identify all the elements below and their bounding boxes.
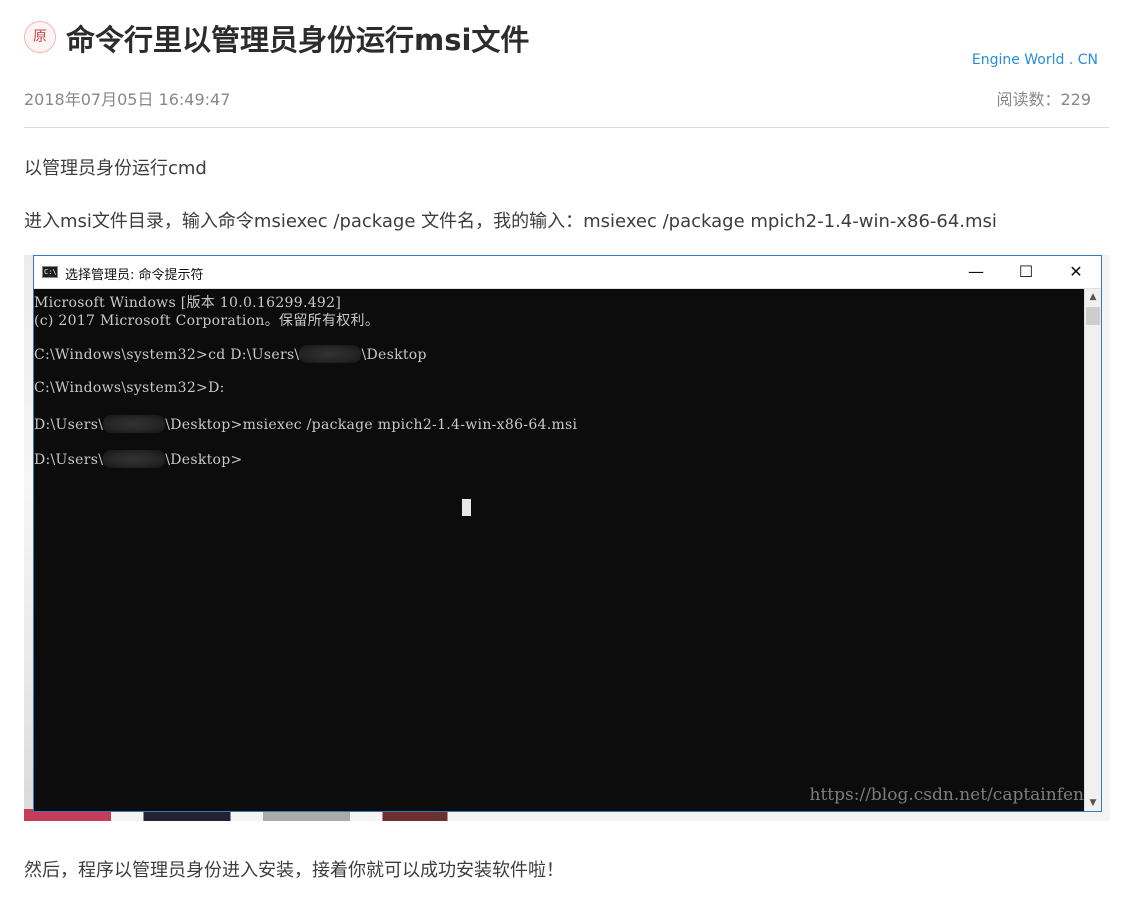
console-line: Microsoft Windows [版本 10.0.16299.492] <box>34 295 342 311</box>
paragraph-conclusion: 然后，程序以管理员身份进入安装，接着你就可以成功安装软件啦！ <box>24 860 564 881</box>
header-divider <box>24 127 1109 128</box>
console-text: \Desktop> <box>165 452 243 468</box>
console-line: C:\Windows\system32>cd D:\Users\ \Desktop <box>34 345 427 363</box>
redacted-username <box>103 450 166 468</box>
console-line: C:\Windows\system32>D: <box>34 380 225 396</box>
article-title: 命令行里以管理员身份运行msi文件 <box>66 23 530 57</box>
original-badge: 原 <box>24 21 56 53</box>
command-prompt-window: C:\ 选择管理员: 命令提示符 — ☐ ✕ Microsoft Windows… <box>33 255 1102 812</box>
vertical-scrollbar[interactable]: ▲ ▼ <box>1084 289 1101 811</box>
cmd-app-icon: C:\ <box>42 266 58 278</box>
console-text: D:\Users\ <box>34 417 104 433</box>
scroll-up-icon[interactable]: ▲ <box>1085 289 1101 305</box>
console-text: \Desktop>msiexec /package mpich2-1.4-win… <box>165 417 578 433</box>
window-title: 选择管理员: 命令提示符 <box>65 268 204 283</box>
article-page: 原 命令行里以管理员身份运行msi文件 Engine World . CN 20… <box>0 0 1125 900</box>
paragraph-command: 进入msi文件目录，输入命令msiexec /package 文件名，我的输入：… <box>24 211 997 232</box>
redacted-username <box>299 345 362 363</box>
console-line: (c) 2017 Microsoft Corporation。保留所有权利。 <box>34 313 380 329</box>
publish-date: 2018年07月05日 16:49:47 <box>24 90 231 109</box>
site-link[interactable]: Engine World . CN <box>972 52 1098 68</box>
screenshot-image: C:\ 选择管理员: 命令提示符 — ☐ ✕ Microsoft Windows… <box>24 255 1110 821</box>
watermark: https://blog.csdn.net/captainfen <box>809 785 1084 805</box>
console-text: \Desktop <box>361 347 427 363</box>
close-button[interactable]: ✕ <box>1053 256 1099 288</box>
text-cursor <box>462 499 471 516</box>
read-count: 阅读数：229 <box>996 90 1091 109</box>
scroll-thumb[interactable] <box>1086 307 1100 325</box>
console-text: C:\Windows\system32>cd D:\Users\ <box>34 347 300 363</box>
redacted-username <box>103 415 166 433</box>
paragraph-run-cmd: 以管理员身份运行cmd <box>24 158 207 179</box>
minimize-button[interactable]: — <box>953 256 999 288</box>
background-window-edge <box>24 255 33 821</box>
console-text: D:\Users\ <box>34 452 104 468</box>
maximize-button[interactable]: ☐ <box>1003 256 1049 288</box>
scroll-down-icon[interactable]: ▼ <box>1085 795 1101 811</box>
console-output[interactable]: Microsoft Windows [版本 10.0.16299.492] (c… <box>34 289 1084 811</box>
console-line: D:\Users\ \Desktop> <box>34 450 243 468</box>
window-titlebar[interactable]: C:\ 选择管理员: 命令提示符 — ☐ ✕ <box>34 256 1101 289</box>
console-line: D:\Users\ \Desktop>msiexec /package mpich… <box>34 415 577 433</box>
